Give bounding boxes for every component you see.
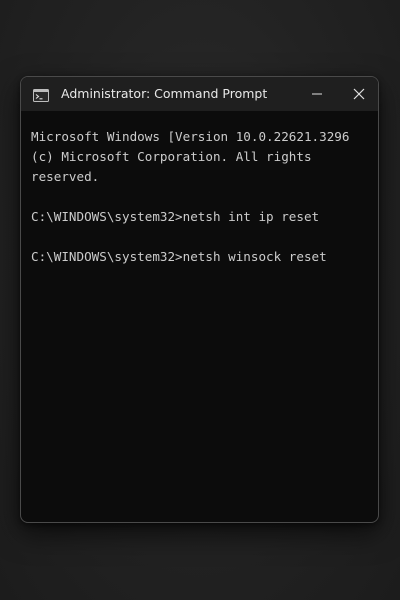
minimize-button[interactable]	[297, 77, 337, 111]
command-prompt-icon	[33, 87, 49, 102]
console-line-copyright: (c) Microsoft Corporation. All rights	[31, 149, 312, 164]
minimize-icon	[311, 88, 323, 100]
command-prompt-window: Administrator: Command Prompt Microsoft …	[20, 76, 379, 523]
close-icon	[353, 88, 365, 100]
console-line-reserved: reserved.	[31, 169, 100, 184]
window-title: Administrator: Command Prompt	[61, 86, 268, 101]
console-command-winsock-reset: C:\WINDOWS\system32>netsh winsock reset	[31, 249, 327, 264]
console-line-version: Microsoft Windows [Version 10.0.22621.32…	[31, 129, 350, 144]
title-bar[interactable]: Administrator: Command Prompt	[21, 77, 378, 111]
console-output[interactable]: Microsoft Windows [Version 10.0.22621.32…	[21, 111, 378, 522]
console-command-ip-reset: C:\WINDOWS\system32>netsh int ip reset	[31, 209, 320, 224]
close-button[interactable]	[339, 77, 378, 111]
